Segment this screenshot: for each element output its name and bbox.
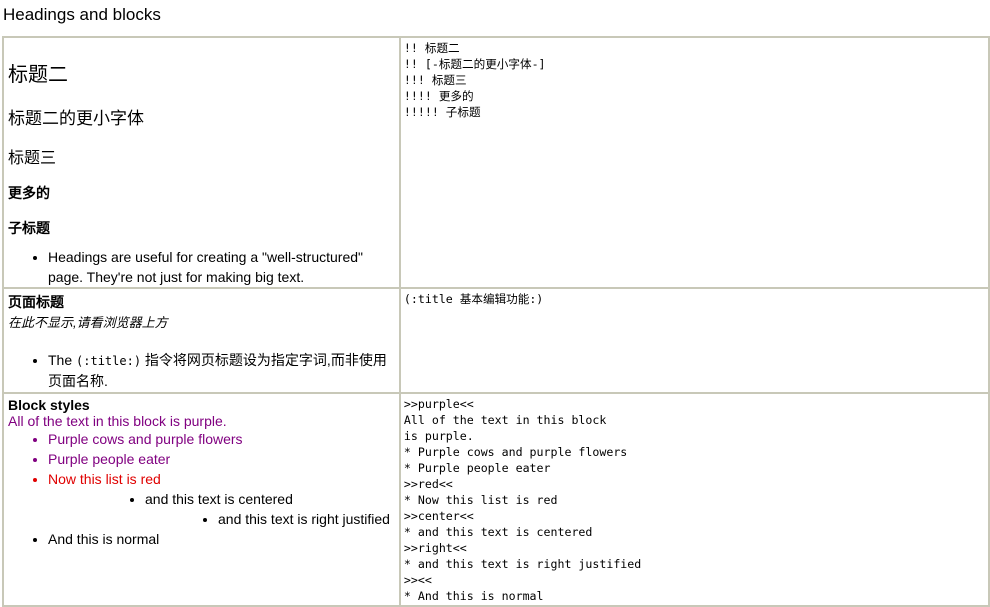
normal-list: And this is normal xyxy=(8,529,399,549)
list-item: Purple people eater xyxy=(48,449,399,469)
source-line: * Purple cows and purple flowers xyxy=(403,445,628,459)
list-item: and this text is centered xyxy=(145,489,399,509)
heading-level-2-smaller: 标题二的更小字体 xyxy=(8,109,144,128)
rendered-cell: Block styles All of the text in this blo… xyxy=(3,393,400,606)
source-line: >><< xyxy=(403,573,432,587)
red-list: Now this list is red xyxy=(8,469,399,489)
centered-list: and this text is centered xyxy=(8,489,399,509)
source-line: !! 标题二 xyxy=(403,41,460,55)
list-item: And this is normal xyxy=(48,529,399,549)
source-line: is purple. xyxy=(403,429,474,443)
source-line: !!!! 更多的 xyxy=(403,89,474,103)
source-cell: >>purple<< All of the text in this block… xyxy=(399,393,989,606)
list-item: The (:title:) 指令将网页标题设为指定字词,而非使用页面名称. xyxy=(48,350,399,391)
list-item: Headings are useful for creating a "well… xyxy=(48,247,399,287)
page-title: Headings and blocks xyxy=(3,5,161,24)
bullet-text: The xyxy=(48,352,77,368)
list-item: and this text is right justified xyxy=(218,509,399,529)
purple-text: All of the text in this block is purple. xyxy=(8,413,227,429)
right-justified-list: and this text is right justified xyxy=(8,509,399,529)
source-line: * And this is normal xyxy=(403,589,544,603)
rendered-cell: 页面标题 在此不显示,请看浏览器上方 The (:title:) 指令将网页标题… xyxy=(3,288,400,393)
table-row-blocks: Block styles All of the text in this blo… xyxy=(3,393,989,606)
source-line: >>center<< xyxy=(403,509,474,523)
source-line: !!!!! 子标题 xyxy=(403,105,481,119)
source-line: >>right<< xyxy=(403,541,467,555)
source-line: !!! 标题三 xyxy=(403,73,467,87)
source-line: * Now this list is red xyxy=(403,493,558,507)
source-line: * and this text is centered xyxy=(403,525,593,539)
source-line: All of the text in this block xyxy=(403,413,607,427)
source-line: (:title 基本编辑功能:) xyxy=(403,292,544,306)
heading-level-4: 更多的 xyxy=(8,185,50,201)
source-line: !! [-标题二的更小字体-] xyxy=(403,57,546,71)
purple-list: Purple cows and purple flowers Purple pe… xyxy=(8,429,399,469)
info-list: The (:title:) 指令将网页标题设为指定字词,而非使用页面名称. xyxy=(8,350,399,391)
source-line: >>red<< xyxy=(403,477,453,491)
heading-level-2: 标题二 xyxy=(8,64,68,86)
list-item: Purple cows and purple flowers xyxy=(48,429,399,449)
table-row-title: 页面标题 在此不显示,请看浏览器上方 The (:title:) 指令将网页标题… xyxy=(3,288,989,393)
page-title-note: 在此不显示,请看浏览器上方 xyxy=(8,315,168,330)
heading-level-5: 子标题 xyxy=(8,220,50,236)
heading-level-3: 标题三 xyxy=(8,150,57,167)
title-directive-code: (:title:) xyxy=(76,354,142,368)
source-line: * Purple people eater xyxy=(403,461,551,475)
source-cell: !! 标题二 !! [-标题二的更小字体-] !!! 标题三 !!!! 更多的 … xyxy=(399,37,989,288)
headings-table: 标题二 标题二的更小字体 标题三 更多的 子标题 Headings are us… xyxy=(2,36,990,607)
page-title-label: 页面标题 xyxy=(8,294,64,310)
source-line: >>purple<< xyxy=(403,397,474,411)
source-cell: (:title 基本编辑功能:) xyxy=(399,288,989,393)
source-line: * and this text is right justified xyxy=(403,557,642,571)
table-row-headings: 标题二 标题二的更小字体 标题三 更多的 子标题 Headings are us… xyxy=(3,37,989,288)
block-styles-label: Block styles xyxy=(8,397,90,413)
info-list: Headings are useful for creating a "well… xyxy=(8,247,399,287)
list-item: Now this list is red xyxy=(48,469,399,489)
rendered-cell: 标题二 标题二的更小字体 标题三 更多的 子标题 Headings are us… xyxy=(3,37,400,288)
